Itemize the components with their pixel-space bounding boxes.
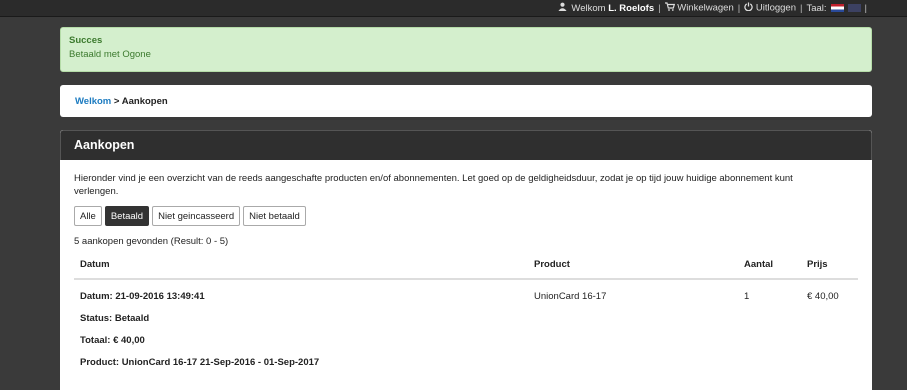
table-row-detail: Totaal: € 40,00: [74, 324, 858, 346]
row-total: Totaal: € 40,00: [80, 335, 145, 346]
alert-message: Betaald met Ogone: [69, 49, 151, 60]
english-flag-icon[interactable]: [847, 4, 861, 12]
success-alert: Succes Betaald met Ogone: [60, 27, 872, 72]
purchases-table: Datum Product Aantal Prijs Datum: 21-09-…: [74, 259, 858, 368]
user-name: L. Roelofs: [608, 2, 655, 14]
user-icon: [558, 2, 567, 14]
filter-unpaid-button[interactable]: Niet betaald: [243, 206, 306, 226]
filter-buttons: Alle Betaald Niet geincasseerd Niet beta…: [74, 206, 858, 226]
filter-not-collected-button[interactable]: Niet geincasseerd: [152, 206, 241, 226]
row-product-detail: Product: UnionCard 16-17 21-Sep-2016 - 0…: [80, 357, 320, 368]
table-row: Datum: 21-09-2016 13:49:41 UnionCard 16-…: [74, 279, 858, 302]
panel-title: Aankopen: [60, 130, 872, 160]
dutch-flag-icon[interactable]: [830, 4, 844, 12]
breadcrumb: Welkom > Aankopen: [60, 85, 872, 117]
table-row-detail: Status: Betaald: [74, 302, 858, 324]
column-header-product: Product: [528, 259, 738, 280]
filter-paid-button[interactable]: Betaald: [104, 206, 150, 226]
table-header-row: Datum Product Aantal Prijs: [74, 259, 858, 280]
row-status: Status: Betaald: [80, 313, 150, 324]
welcome-text: Welkom L. Roelofs: [571, 2, 655, 14]
column-header-date: Datum: [74, 259, 528, 280]
column-header-price: Prijs: [801, 259, 858, 280]
cart-link[interactable]: Winkelwagen: [664, 2, 734, 14]
row-date: Datum: 21-09-2016 13:49:41: [80, 291, 205, 302]
language-label: Taal:: [806, 2, 827, 14]
table-row-detail: Product: UnionCard 16-17 21-Sep-2016 - 0…: [74, 346, 858, 368]
cart-icon: [664, 2, 675, 14]
results-count: 5 aankopen gevonden (Result: 0 - 5): [74, 236, 229, 247]
alert-title: Succes: [69, 35, 103, 46]
column-header-qty: Aantal: [738, 259, 801, 280]
row-price: € 40,00: [807, 291, 839, 302]
row-product: UnionCard 16-17: [534, 291, 607, 302]
logout-link[interactable]: Uitloggen: [744, 2, 796, 14]
top-bar: Welkom L. Roelofs | Winkelwagen | Uitlog…: [0, 0, 907, 17]
power-icon: [744, 2, 753, 14]
row-qty: 1: [744, 291, 750, 302]
purchases-panel: Aankopen Hieronder vind je een overzicht…: [60, 130, 872, 390]
breadcrumb-current: Aankopen: [121, 96, 168, 107]
breadcrumb-separator: >: [113, 96, 120, 107]
filter-all-button[interactable]: Alle: [74, 206, 102, 226]
intro-text: Hieronder vind je een overzicht van de r…: [74, 173, 793, 197]
breadcrumb-home-link[interactable]: Welkom: [75, 96, 111, 107]
